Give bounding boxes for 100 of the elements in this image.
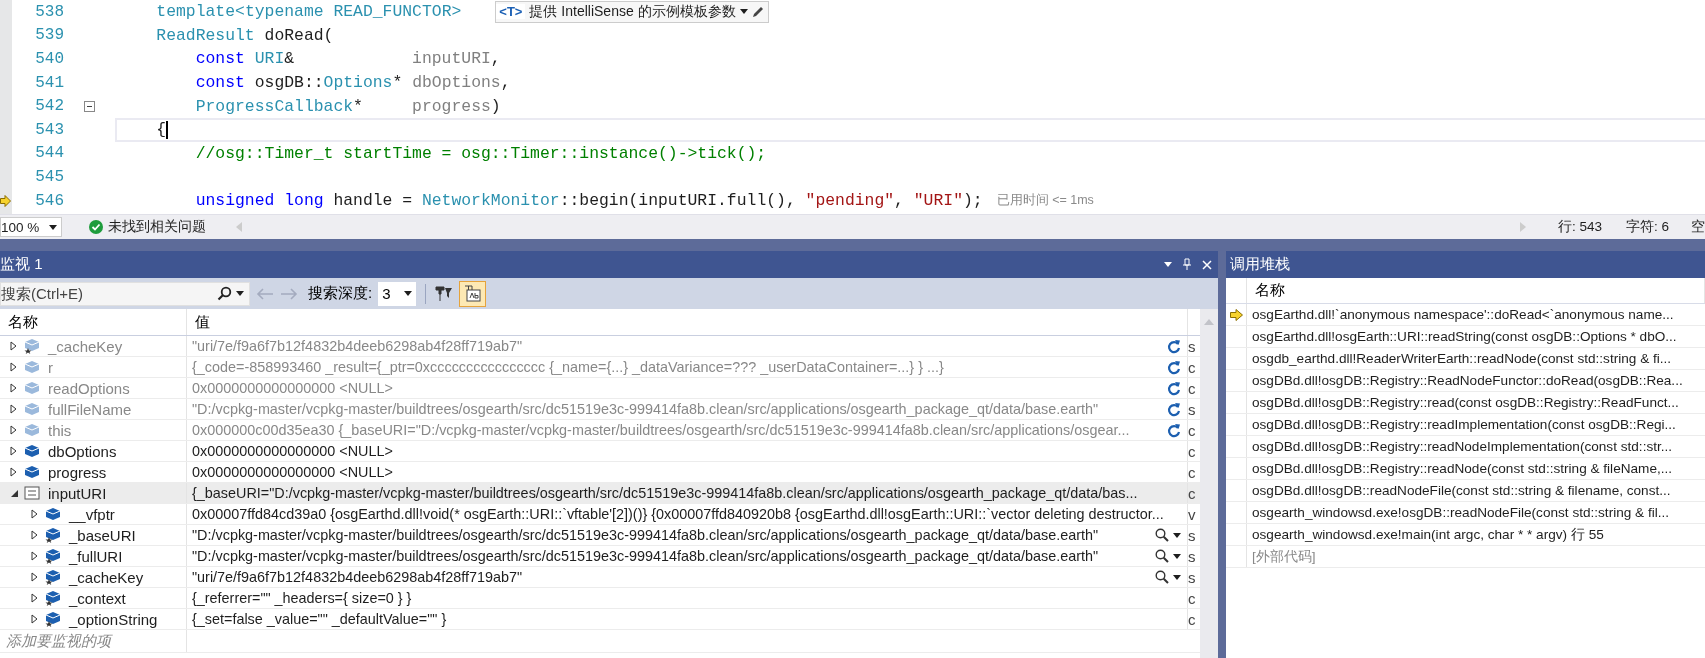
variable-value: {_baseURI="D:/vcpkg-master/vcpkg-master/buildtrees/osgearth/src/dc51519e3c-999414fa8b.clean/src/applications/osgearth_package_qt/data/bas... bbox=[192, 485, 1138, 501]
template-hint-bar[interactable]: <T> 提供 IntelliSense 的示例模板参数 bbox=[495, 0, 769, 23]
watch-row[interactable]: dbOptions 0x0000000000000000 <NULL> c bbox=[0, 441, 1200, 462]
watch-row[interactable]: progress 0x0000000000000000 <NULL> c bbox=[0, 462, 1200, 483]
column-header[interactable]: 值 bbox=[187, 309, 1188, 335]
variable-value: 0x000000c00d35ea30 {_baseURI="D:/vcpkg-master/vcpkg-master/buildtrees/osgearth/src/dc51519e3c-999414fa8b.clean/src/applications/osgear... bbox=[192, 422, 1130, 438]
refresh-icon[interactable] bbox=[1167, 380, 1181, 396]
refresh-icon[interactable] bbox=[1167, 338, 1181, 354]
hex-toggle-button[interactable] bbox=[459, 280, 487, 307]
watch-row[interactable]: __vfptr 0x00007ffd84cd39a0 {osgEarthd.dll!void(* osgEarth::URI::`vftable'[2])()} {0x00007ffd840920b8 {osgEarthd.dll!osgEarth::URI::`vector deleting destructor... v bbox=[0, 504, 1200, 525]
variable-name: __vfptr bbox=[69, 505, 115, 523]
cube-star-icon bbox=[45, 569, 61, 585]
variable-value: "D:/vcpkg-master/vcpkg-master/buildtrees/osgearth/src/dc51519e3c-999414fa8b.clean/src/applications/osgearth_package_qt/data/base.earth" bbox=[192, 401, 1099, 417]
line-number: 538 bbox=[34, 2, 64, 21]
magnifier-icon[interactable] bbox=[1155, 570, 1169, 584]
watch-row[interactable]: this 0x000000c00d35ea30 {_baseURI="D:/vcpkg-master/vcpkg-master/buildtrees/osgearth/src/dc51519e3c-999414fa8b.clean/src/applications/osgear... c bbox=[0, 420, 1200, 441]
expand-arrow-icon[interactable] bbox=[31, 593, 38, 603]
variable-value: "uri/7e/f9a6f7b12f4832b4deeb6298ab4f28ff719ab7" bbox=[192, 569, 523, 585]
zoom-dropdown[interactable]: 100 % bbox=[0, 217, 62, 237]
watch-row[interactable]: inputURI {_baseURI="D:/vcpkg-master/vcpkg-master/buildtrees/osgearth/src/dc51519e3c-999414fa8b.clean/src/applications/osgearth_package_qt/data/bas... c bbox=[0, 483, 1200, 504]
code-line: unsigned long handle = NetworkMonitor::begin(inputURI.full(), "pending", "URI"); bbox=[194, 191, 983, 211]
stack-frame: osgDBd.dll!osgDB::Registry::readNodeImplementation(const std::str... bbox=[1247, 436, 1673, 457]
search-field[interactable]: 搜索(Ctrl+E) bbox=[0, 281, 250, 306]
close-icon[interactable] bbox=[1202, 259, 1212, 270]
watch-row[interactable]: readOptions 0x0000000000000000 <NULL> c bbox=[0, 378, 1200, 399]
variable-name: readOptions bbox=[48, 379, 130, 397]
refresh-icon[interactable] bbox=[1167, 401, 1181, 417]
expand-arrow-icon[interactable] bbox=[31, 551, 38, 561]
stack-frame-row[interactable]: osgDBd.dll!osgDB::Registry::readNode(const std::string & fileName,... bbox=[1226, 458, 1705, 480]
cube-icon bbox=[45, 507, 61, 521]
watch-row[interactable]: _optionString {_set=false _value="" _defaultValue="" } c bbox=[0, 609, 1200, 630]
type-text: c bbox=[1188, 484, 1196, 502]
expand-arrow-icon[interactable] bbox=[31, 572, 38, 582]
variable-value: {_set=false _value="" _defaultValue="" } bbox=[192, 611, 447, 627]
collapse-icon[interactable] bbox=[84, 100, 95, 112]
variable-value: {_referrer="" _headers={ size=0 } } bbox=[192, 590, 412, 606]
caret-icon bbox=[1173, 574, 1181, 580]
watch-row[interactable]: _baseURI "D:/vcpkg-master/vcpkg-master/buildtrees/osgearth/src/dc51519e3c-999414fa8b.clean/src/applications/osgearth_package_qt/data/base.earth" s bbox=[0, 525, 1200, 546]
refresh-icon[interactable] bbox=[1167, 422, 1181, 438]
watch-row[interactable]: _fullURI "D:/vcpkg-master/vcpkg-master/buildtrees/osgearth/src/dc51519e3c-999414fa8b.clean/src/applications/osgearth_package_qt/data/base.earth" s bbox=[0, 546, 1200, 567]
type-text: s bbox=[1188, 400, 1196, 418]
expand-arrow-icon[interactable] bbox=[31, 530, 38, 540]
caret-icon bbox=[1173, 553, 1181, 559]
vertical-scrollbar[interactable] bbox=[1200, 309, 1218, 658]
variable-name: dbOptions bbox=[48, 442, 117, 460]
code-line: ProgressCallback* progress) bbox=[194, 96, 501, 116]
column-indicator: 字符: 6 bbox=[1626, 218, 1669, 236]
stack-frame-row[interactable]: osgdb_earthd.dll!ReaderWriterEarth::readNode(const std::string & fi... bbox=[1226, 348, 1705, 370]
stack-frame-row[interactable]: osgearth_windowsd.exe!main(int argc, char * * argv) 行 55 bbox=[1226, 524, 1705, 546]
filter-pin-icon[interactable] bbox=[435, 285, 454, 302]
perf-tip[interactable]: 已用时间 <= 1ms bbox=[996, 192, 1094, 210]
watch-row[interactable]: fullFileName "D:/vcpkg-master/vcpkg-master/buildtrees/osgearth/src/dc51519e3c-999414fa8b.clean/src/applications/osgearth_package_qt/data/base.earth" s bbox=[0, 399, 1200, 420]
check-icon bbox=[89, 220, 103, 234]
template-tag: <T> bbox=[496, 4, 526, 20]
column-header[interactable]: 名称 bbox=[0, 309, 187, 335]
line-number: 543 bbox=[34, 120, 64, 139]
type-text: s bbox=[1188, 568, 1196, 586]
cube-star-icon bbox=[45, 548, 61, 564]
column-header[interactable]: 名称 bbox=[1247, 278, 1705, 303]
pin-icon[interactable] bbox=[1182, 258, 1192, 271]
stack-frame-row[interactable]: osgDBd.dll!osgDB::readNodeFile(const std::string & filename, const... bbox=[1226, 480, 1705, 502]
expand-arrow-icon[interactable] bbox=[10, 446, 17, 456]
stack-frame-row[interactable]: osgearth_windowsd.exe!osgDB::readNodeFile(const std::string & fil... bbox=[1226, 502, 1705, 524]
caret-icon bbox=[739, 9, 748, 15]
line-number: 540 bbox=[34, 50, 64, 68]
expand-arrow-icon[interactable] bbox=[10, 383, 17, 393]
panel-title: 调用堆栈 bbox=[1230, 255, 1290, 274]
variable-name: _context bbox=[69, 589, 126, 607]
stack-frame: osgearth_windowsd.exe!osgDB::readNodeFile(const std::string & fil... bbox=[1247, 502, 1670, 523]
add-watch-placeholder[interactable]: 添加要监视的项 bbox=[0, 631, 111, 651]
dropdown-icon[interactable] bbox=[1164, 262, 1172, 267]
variable-value: 0x0000000000000000 <NULL> bbox=[192, 443, 393, 459]
stack-frame-row[interactable]: osgDBd.dll!osgDB::Registry::readNodeImplementation(const std::str... bbox=[1226, 436, 1705, 458]
watch-row[interactable]: _cacheKey "uri/7e/f9a6f7b12f4832b4deeb6298ab4f28ff719ab7" s bbox=[0, 336, 1200, 357]
line-number: 544 bbox=[34, 144, 64, 163]
expand-arrow-icon[interactable] bbox=[10, 341, 17, 351]
stack-frame: osgDBd.dll!osgDB::Registry::readNode(const std::string & fileName,... bbox=[1247, 458, 1673, 479]
watch-row[interactable]: r {_code=-858993460 _result={_ptr=0xcccccccccccccccc {_name={...} _dataVariance=??? _userDataContainer=...} } ...} c bbox=[0, 357, 1200, 378]
depth-dropdown[interactable]: 3 bbox=[378, 281, 417, 306]
magnifier-icon[interactable] bbox=[1155, 549, 1169, 563]
depth-label: 搜索深度: bbox=[308, 284, 373, 303]
variable-value: 0x0000000000000000 <NULL> bbox=[192, 380, 393, 396]
search-icon[interactable] bbox=[217, 285, 232, 301]
refresh-icon[interactable] bbox=[1167, 359, 1181, 375]
variable-name: inputURI bbox=[48, 484, 107, 502]
pencil-icon[interactable] bbox=[751, 5, 764, 18]
expand-arrow-icon[interactable] bbox=[10, 362, 17, 372]
issues-status[interactable]: 未找到相关问题 bbox=[108, 218, 206, 236]
magnifier-icon[interactable] bbox=[1155, 528, 1169, 542]
expand-arrow-icon[interactable] bbox=[31, 509, 38, 519]
expand-arrow-icon[interactable] bbox=[10, 425, 17, 435]
type-text: s bbox=[1188, 547, 1196, 565]
stack-frame: osgdb_earthd.dll!ReaderWriterEarth::readNode(const std::string & fi... bbox=[1247, 348, 1672, 369]
stack-frame-row[interactable]: [外部代码] bbox=[1226, 546, 1705, 568]
expand-arrow-icon[interactable] bbox=[10, 467, 17, 477]
expand-arrow-icon[interactable] bbox=[10, 404, 17, 414]
watch-row[interactable]: _context {_referrer="" _headers={ size=0 } } c bbox=[0, 588, 1200, 609]
watch-row[interactable]: _cacheKey "uri/7e/f9a6f7b12f4832b4deeb6298ab4f28ff719ab7" s bbox=[0, 567, 1200, 588]
expand-arrow-icon[interactable] bbox=[31, 614, 38, 624]
collapse-arrow-icon[interactable] bbox=[10, 488, 19, 498]
